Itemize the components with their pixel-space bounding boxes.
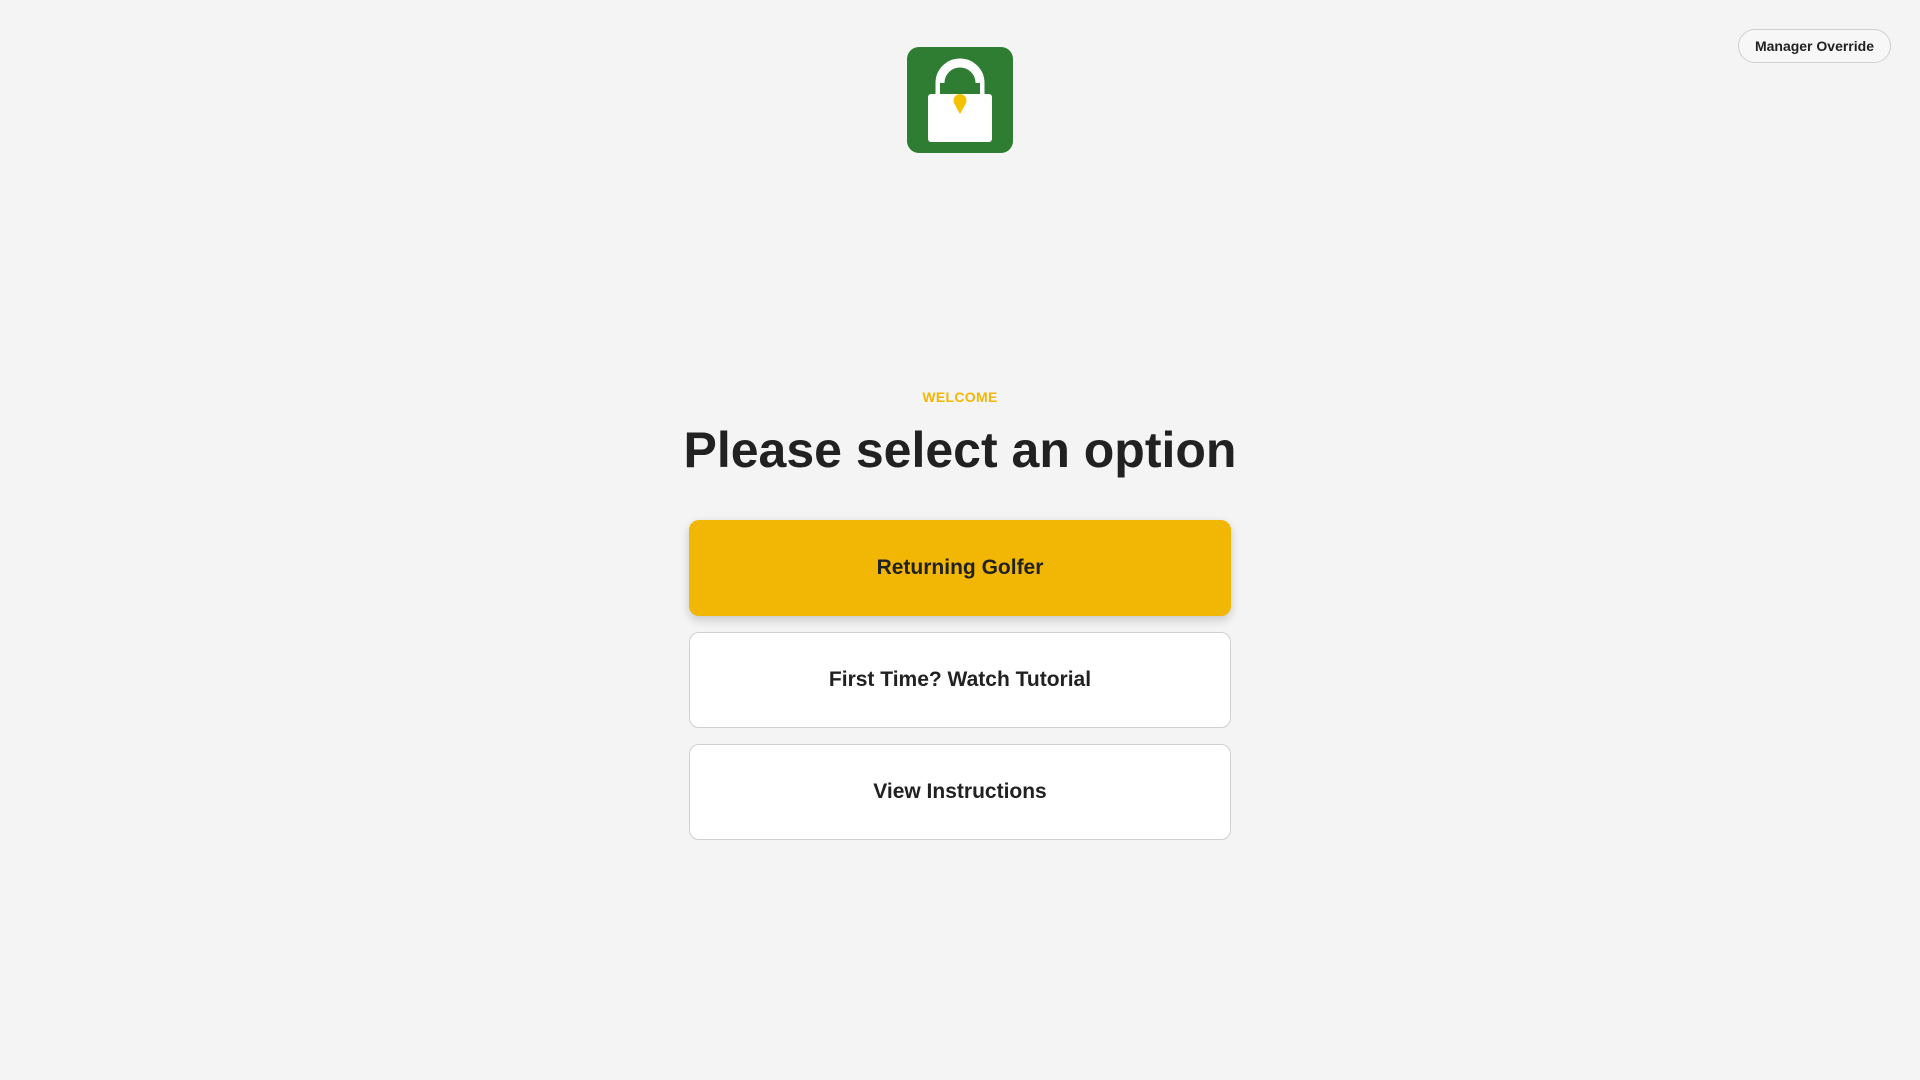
- view-instructions-button[interactable]: View Instructions: [689, 744, 1231, 840]
- page-title: Please select an option: [683, 422, 1237, 478]
- option-list: Returning Golfer First Time? Watch Tutor…: [689, 520, 1231, 840]
- returning-golfer-button[interactable]: Returning Golfer: [689, 520, 1231, 616]
- welcome-label: WELCOME: [922, 389, 998, 405]
- welcome-panel: WELCOME Please select an option Returnin…: [0, 388, 1920, 840]
- manager-override-button[interactable]: Manager Override: [1737, 29, 1891, 63]
- welcome-screen: Manager Override WELCOME Please select a…: [0, 0, 1920, 1080]
- watch-tutorial-button[interactable]: First Time? Watch Tutorial: [689, 632, 1231, 728]
- lock-bag-icon: [907, 47, 1013, 153]
